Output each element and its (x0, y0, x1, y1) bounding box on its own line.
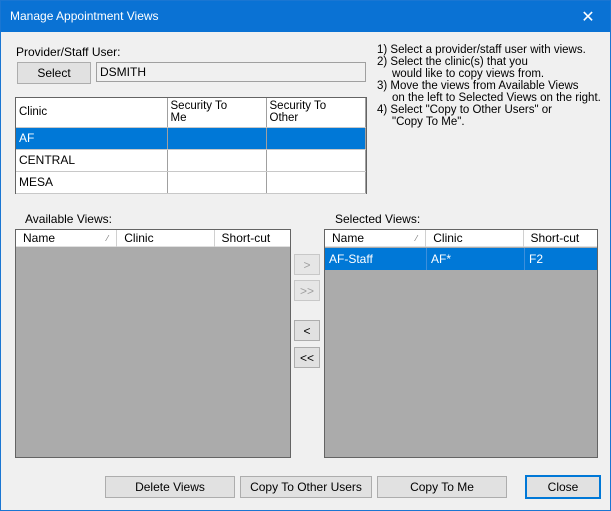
security-to-me-cell[interactable] (167, 149, 267, 172)
column-header-security-to-other[interactable]: Security To Other (266, 98, 366, 128)
column-header-name[interactable]: Name ⁄ (16, 230, 118, 247)
provider-label: Provider/Staff User: (16, 45, 121, 59)
view-clinic-cell: AF* (427, 248, 525, 270)
list-item[interactable]: AF-Staff AF* F2 (325, 248, 597, 270)
instruction-line: 1) Select a provider/staff user with vie… (377, 44, 586, 56)
column-header-label: Name (332, 231, 365, 245)
security-to-other-cell[interactable] (266, 171, 366, 194)
column-header-shortcut[interactable]: Short-cut (524, 230, 597, 247)
security-to-me-cell[interactable] (167, 127, 267, 150)
instruction-line: on the left to Selected Views on the rig… (392, 92, 601, 104)
select-provider-button[interactable]: Select (17, 62, 91, 84)
security-to-me-cell[interactable] (167, 171, 267, 194)
move-all-right-button[interactable]: >> (294, 280, 320, 301)
view-shortcut-cell: F2 (529, 252, 544, 266)
selected-views-label: Selected Views: (335, 212, 421, 226)
window-title: Manage Appointment Views (10, 9, 159, 23)
sort-indicator-icon: ⁄ (106, 234, 109, 243)
close-button[interactable]: Close (525, 475, 601, 499)
delete-views-button[interactable]: Delete Views (105, 476, 235, 498)
column-header-name[interactable]: Name ⁄ (325, 230, 427, 247)
column-header-label: Name (23, 231, 56, 245)
move-right-button[interactable]: > (294, 254, 320, 275)
clinic-row[interactable]: MESA (16, 171, 366, 194)
instruction-line: would like to copy views from. (392, 68, 545, 80)
instruction-line: 4) Select "Copy to Other Users" or (377, 104, 552, 116)
sort-indicator-icon: ⁄ (415, 234, 418, 243)
view-name-cell: AF-Staff (325, 248, 427, 270)
window-close-icon[interactable]: ✕ (566, 1, 610, 32)
selected-views-header: Name ⁄ Clinic Short-cut (325, 230, 597, 247)
clinic-grid[interactable]: Clinic Security To Me Security To Other … (15, 97, 367, 194)
security-to-other-cell[interactable] (266, 127, 366, 150)
dialog-window: Manage Appointment Views ✕ Provider/Staf… (0, 0, 611, 511)
column-header-shortcut[interactable]: Short-cut (215, 230, 290, 247)
header-line: Me (170, 112, 187, 125)
available-views-header: Name ⁄ Clinic Short-cut (16, 230, 290, 247)
column-header-security-to-me[interactable]: Security To Me (167, 98, 267, 128)
title-bar[interactable]: Manage Appointment Views ✕ (1, 1, 610, 32)
available-views-list[interactable]: Name ⁄ Clinic Short-cut (15, 229, 291, 458)
move-left-button[interactable]: < (294, 320, 320, 341)
clinic-row[interactable]: CENTRAL (16, 149, 366, 172)
selected-views-list[interactable]: Name ⁄ Clinic Short-cut AF-Staff AF* F2 (324, 229, 598, 458)
clinic-row[interactable]: AF (16, 127, 366, 150)
instruction-line: "Copy To Me". (392, 116, 465, 128)
header-line: Security To (170, 100, 228, 113)
move-all-left-button[interactable]: << (294, 347, 320, 368)
column-header-clinic[interactable]: Clinic (16, 98, 168, 128)
header-line: Security To (269, 100, 327, 113)
copy-to-me-button[interactable]: Copy To Me (377, 476, 507, 498)
column-header-clinic[interactable]: Clinic (117, 230, 215, 247)
instructions: 1) Select a provider/staff user with vie… (377, 44, 601, 128)
header-line: Other (269, 112, 299, 125)
security-to-other-cell[interactable] (266, 149, 366, 172)
instruction-line: 2) Select the clinic(s) that you (377, 56, 528, 68)
clinic-cell: CENTRAL (16, 149, 168, 172)
clinic-cell: MESA (16, 171, 168, 194)
clinic-cell: AF (16, 127, 168, 150)
provider-field[interactable]: DSMITH (96, 62, 366, 82)
available-views-label: Available Views: (25, 212, 112, 226)
instruction-line: 3) Move the views from Available Views (377, 80, 579, 92)
column-header-clinic[interactable]: Clinic (426, 230, 524, 247)
copy-to-other-users-button[interactable]: Copy To Other Users (240, 476, 372, 498)
